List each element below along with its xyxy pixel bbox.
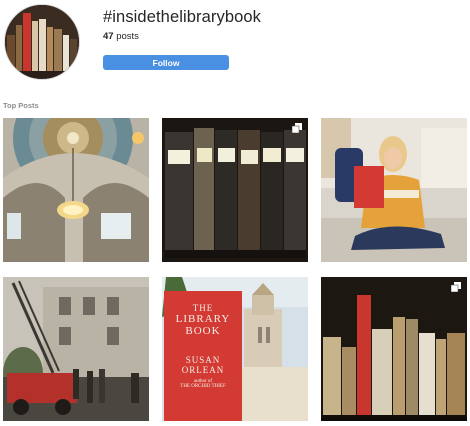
post-tile-rotunda[interactable] bbox=[3, 118, 149, 262]
post-tile-old-books[interactable] bbox=[321, 277, 467, 421]
rotunda-photo bbox=[3, 118, 149, 262]
book-title-line1: THE bbox=[192, 303, 214, 313]
post-count: 47 posts bbox=[103, 31, 139, 42]
old-books-photo bbox=[321, 277, 467, 421]
book-spines-photo bbox=[162, 118, 308, 262]
top-posts-heading: Top Posts bbox=[3, 101, 39, 110]
book-cover-text: THE LIBRARY BOOK SUSAN ORLEAN author of … bbox=[164, 291, 242, 421]
post-tile-reader[interactable] bbox=[321, 118, 467, 262]
multiple-images-icon bbox=[451, 282, 461, 292]
post-count-number: 47 bbox=[103, 31, 114, 42]
book-title-line2: LIBRARY bbox=[175, 313, 231, 325]
multiple-images-icon bbox=[292, 123, 302, 133]
post-tile-book-cover[interactable]: THE LIBRARY BOOK SUSAN ORLEAN author of … bbox=[162, 277, 308, 421]
book-author-last: ORLEAN bbox=[181, 365, 225, 375]
post-count-label: posts bbox=[116, 31, 139, 42]
avatar-image bbox=[5, 5, 79, 79]
post-tile-book-spines[interactable] bbox=[162, 118, 308, 262]
hashtag-title: #insidethelibrarybook bbox=[103, 8, 262, 26]
follow-button[interactable]: Follow bbox=[103, 55, 229, 70]
firefighters-photo bbox=[3, 277, 149, 421]
book-title-line3: BOOK bbox=[185, 325, 221, 337]
reader-photo bbox=[321, 118, 467, 262]
book-tagline-line2: THE ORCHID THIEF bbox=[180, 384, 226, 389]
hashtag-avatar bbox=[4, 4, 80, 80]
post-tile-firefighters[interactable] bbox=[3, 277, 149, 421]
book-author-first: SUSAN bbox=[185, 355, 221, 365]
